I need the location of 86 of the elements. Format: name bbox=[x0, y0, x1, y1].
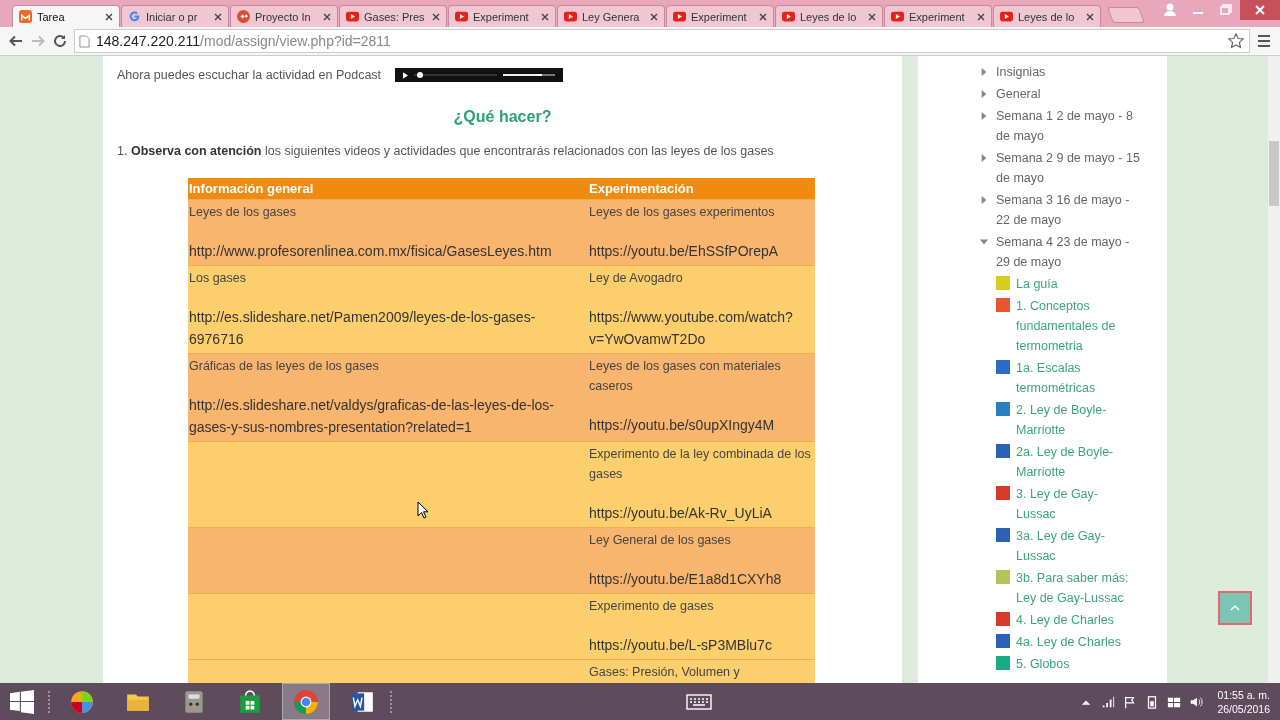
close-icon[interactable] bbox=[541, 12, 549, 21]
column-header: Información general bbox=[188, 178, 588, 200]
close-icon[interactable] bbox=[214, 12, 222, 21]
close-icon[interactable] bbox=[432, 12, 440, 21]
course-section-link[interactable]: Semana 3 16 de mayo - 22 de mayo bbox=[996, 190, 1145, 230]
progress-thumb[interactable] bbox=[416, 72, 423, 78]
browser-tab[interactable]: Experiment bbox=[884, 5, 992, 27]
column-header: Experimentación bbox=[588, 178, 815, 200]
resource-link[interactable]: https://youtu.be/L-sP3MBlu7c bbox=[589, 634, 814, 656]
browser-tab[interactable]: Proyecto In bbox=[230, 5, 338, 27]
resource-title: Ley General de los gases bbox=[589, 532, 732, 549]
course-section-link[interactable]: Semana 2 9 de mayo - 15 de mayo bbox=[996, 148, 1145, 188]
youtube-icon bbox=[1000, 10, 1013, 23]
course-section-link[interactable]: Semana 1 2 de mayo - 8 de mayo bbox=[996, 106, 1145, 146]
close-icon[interactable] bbox=[650, 12, 658, 21]
youtube-icon bbox=[455, 10, 468, 23]
close-icon[interactable] bbox=[1240, 0, 1280, 20]
speaker-icon[interactable] bbox=[1189, 694, 1204, 709]
reload-icon[interactable] bbox=[52, 33, 68, 49]
back-icon[interactable] bbox=[8, 33, 24, 49]
bookmark-star-icon[interactable] bbox=[1227, 32, 1245, 50]
windows-start-icon[interactable] bbox=[10, 689, 34, 714]
photos-icon bbox=[69, 688, 95, 715]
close-icon[interactable] bbox=[105, 12, 113, 21]
chevron-up-icon bbox=[1230, 605, 1240, 611]
close-icon[interactable] bbox=[759, 12, 767, 21]
resource-title: Experimento de la ley combinada de los gases bbox=[589, 446, 812, 483]
youtube-icon bbox=[564, 10, 577, 23]
course-section-link[interactable]: Semana 4 23 de mayo - 29 de mayo bbox=[996, 232, 1145, 272]
instruction-text: 1. Observa con atención los siguientes videos y actividades que encontrarás relacionados con las leyes de los gases bbox=[117, 144, 775, 158]
resource-link[interactable]: https://youtu.be/Ak-Rv_UyLiA bbox=[589, 502, 814, 524]
menu-icon[interactable] bbox=[1256, 33, 1272, 49]
browser-tab[interactable]: Tarea bbox=[12, 5, 120, 27]
browser-tab[interactable]: Experiment bbox=[448, 5, 556, 27]
close-icon[interactable] bbox=[1086, 12, 1094, 21]
google-icon bbox=[128, 10, 141, 23]
collapsed-arrow-icon[interactable] bbox=[980, 154, 988, 162]
close-icon[interactable] bbox=[977, 12, 985, 21]
podcast-text: Ahora puedes escuchar la actividad en Podcast bbox=[117, 68, 382, 82]
resource-title: Ley de Avogadro bbox=[589, 270, 684, 287]
resource-title: Leyes de los gases con materiales caseros bbox=[589, 358, 782, 395]
mouse-cursor-icon bbox=[417, 501, 429, 519]
youtube-icon bbox=[782, 10, 795, 23]
browser-tab[interactable]: Gases: Pres bbox=[339, 5, 447, 27]
collapsed-arrow-icon[interactable] bbox=[980, 90, 988, 98]
signal-icon[interactable] bbox=[1101, 694, 1116, 709]
browser-tab[interactable]: Leyes de lo bbox=[775, 5, 883, 27]
resource-title: Gases: Presión, Volumen y bbox=[589, 664, 741, 681]
page-icon bbox=[79, 34, 90, 48]
collapsed-arrow-icon[interactable] bbox=[980, 112, 988, 120]
resource-link[interactable]: http://www.profesorenlinea.com.mx/fisica/GasesLeyes.htm bbox=[189, 240, 587, 262]
resource-link[interactable]: https://youtu.be/E1a8d1CXYh8 bbox=[589, 568, 814, 590]
browser-tab[interactable]: Iniciar o pr bbox=[121, 5, 229, 27]
flag-icon[interactable] bbox=[1123, 694, 1138, 709]
resource-link[interactable]: http://es.slideshare.net/Pamen2009/leyes-de-los-gases-6976716 bbox=[189, 306, 587, 350]
youtube-icon bbox=[673, 10, 686, 23]
address-field[interactable]: 148.247.220.211/mod/assign/view.php?id=2811 bbox=[74, 29, 1250, 53]
browser-tab[interactable]: Experiment bbox=[666, 5, 774, 27]
resource-link[interactable]: https://www.youtube.com/watch?v=YwOvamwT2Do bbox=[589, 306, 814, 350]
section-heading: ¿Qué hacer? bbox=[452, 108, 553, 126]
expanded-arrow-icon[interactable] bbox=[980, 238, 988, 246]
resource-title: Leyes de los gases bbox=[189, 204, 297, 221]
close-icon[interactable] bbox=[868, 12, 876, 21]
resource-link[interactable]: https://youtu.be/EhSSfPOrepA bbox=[589, 240, 814, 262]
collapsed-arrow-icon[interactable] bbox=[980, 68, 988, 76]
close-icon[interactable] bbox=[323, 12, 331, 21]
resource-link[interactable]: http://es.slideshare.net/valdys/graficas-de-las-leyes-de-los-gases-y-sus-nombres-presentation?related=1 bbox=[189, 394, 587, 438]
course-section-link[interactable]: General bbox=[996, 84, 1041, 104]
collapsed-arrow-icon[interactable] bbox=[980, 196, 988, 204]
play-icon[interactable] bbox=[403, 71, 409, 79]
resource-title: Los gases bbox=[189, 270, 247, 287]
resource-title: Gráficas de las leyes de los gases bbox=[189, 358, 380, 375]
course-section-link[interactable]: Insignias bbox=[996, 62, 1046, 82]
clock-date[interactable]: 26/05/2016 bbox=[1217, 701, 1270, 716]
scrollbar[interactable] bbox=[1268, 56, 1280, 683]
browser-tab[interactable]: Ley Genera bbox=[557, 5, 665, 27]
resource-link[interactable]: https://youtu.be/s0upXIngy4M bbox=[589, 414, 814, 436]
clock-time[interactable]: 01:55 a. m. bbox=[1217, 687, 1270, 702]
youtube-icon bbox=[891, 10, 904, 23]
resource-title: Experimento de gases bbox=[589, 598, 715, 615]
store-icon bbox=[237, 688, 263, 715]
chrome-icon bbox=[293, 688, 319, 715]
keyboard-icon[interactable] bbox=[686, 693, 712, 710]
youtube-icon bbox=[346, 10, 359, 23]
resource-title: Leyes de los gases experimentos bbox=[589, 204, 776, 221]
browser-tab[interactable]: Leyes de lo bbox=[993, 5, 1101, 27]
